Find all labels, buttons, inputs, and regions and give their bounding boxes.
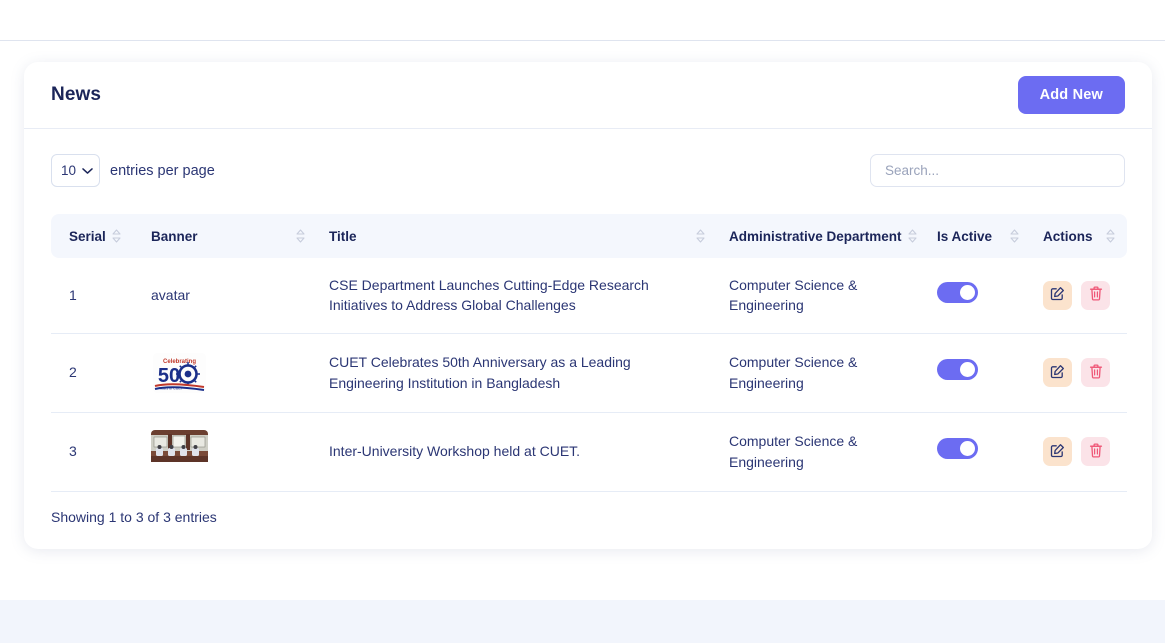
table-head: Serial Banner bbox=[51, 214, 1127, 258]
column-header-administrative-department[interactable]: Administrative Department bbox=[717, 214, 925, 258]
banner-thumbnail[interactable]: Celebrating 50 bbox=[151, 351, 208, 395]
toggle-knob bbox=[960, 441, 975, 456]
table-row: 2 Celebrating 50 bbox=[51, 333, 1127, 412]
column-label-actions: Actions bbox=[1043, 229, 1093, 244]
edit-icon bbox=[1050, 286, 1065, 304]
trash-icon bbox=[1089, 286, 1103, 304]
cell-title: CSE Department Launches Cutting-Edge Res… bbox=[317, 258, 717, 333]
column-label-administrative-department: Administrative Department bbox=[729, 229, 902, 244]
table-controls: 10 entries per page bbox=[51, 154, 1125, 187]
cell-is-active bbox=[925, 333, 1031, 412]
page-canvas: News Add New 10 entri bbox=[0, 41, 1165, 643]
search-input[interactable] bbox=[870, 154, 1125, 187]
column-label-banner: Banner bbox=[151, 229, 198, 244]
edit-button[interactable] bbox=[1043, 281, 1072, 310]
is-active-toggle[interactable] bbox=[937, 282, 978, 303]
delete-button[interactable] bbox=[1081, 437, 1110, 466]
cell-actions bbox=[1031, 333, 1127, 412]
column-header-title[interactable]: Title bbox=[317, 214, 717, 258]
row-actions bbox=[1043, 281, 1115, 310]
cell-actions bbox=[1031, 412, 1127, 491]
column-label-title: Title bbox=[329, 229, 357, 244]
sort-icon bbox=[296, 229, 305, 243]
sort-icon bbox=[696, 229, 705, 243]
edit-icon bbox=[1050, 364, 1065, 382]
entries-per-page-group: 10 entries per page bbox=[51, 154, 215, 187]
cell-is-active bbox=[925, 258, 1031, 333]
page-bottom-strip bbox=[0, 600, 1165, 643]
svg-text:Years of CUET: Years of CUET bbox=[159, 386, 184, 390]
table-body: 1 avatar CSE Department Launches Cutting… bbox=[51, 258, 1127, 491]
add-new-button[interactable]: Add New bbox=[1018, 76, 1125, 114]
card-header: News Add New bbox=[24, 62, 1152, 129]
news-card: News Add New 10 entri bbox=[24, 62, 1152, 549]
cell-department: Computer Science & Engineering bbox=[717, 333, 925, 412]
cell-banner: avatar bbox=[139, 258, 317, 333]
column-header-actions[interactable]: Actions bbox=[1031, 214, 1127, 258]
sort-icon bbox=[908, 229, 917, 243]
banner-thumbnail[interactable] bbox=[151, 430, 208, 474]
row-actions bbox=[1043, 358, 1115, 387]
cell-serial: 3 bbox=[51, 412, 139, 491]
edit-icon bbox=[1050, 443, 1065, 461]
entries-per-page-label: entries per page bbox=[110, 163, 215, 179]
is-active-toggle[interactable] bbox=[937, 438, 978, 459]
is-active-toggle[interactable] bbox=[937, 359, 978, 380]
cell-banner bbox=[139, 412, 317, 491]
trash-icon bbox=[1089, 443, 1103, 461]
sort-icon bbox=[1010, 229, 1019, 243]
cell-department: Computer Science & Engineering bbox=[717, 412, 925, 491]
cell-actions bbox=[1031, 258, 1127, 333]
cell-title: CUET Celebrates 50th Anniversary as a Le… bbox=[317, 333, 717, 412]
cell-department: Computer Science & Engineering bbox=[717, 258, 925, 333]
column-header-is-active[interactable]: Is Active bbox=[925, 214, 1031, 258]
table-footer-info: Showing 1 to 3 of 3 entries bbox=[51, 492, 1125, 549]
news-table: Serial Banner bbox=[51, 214, 1127, 492]
column-label-serial: Serial bbox=[69, 229, 106, 244]
cell-banner: Celebrating 50 bbox=[139, 333, 317, 412]
table-header-row: Serial Banner bbox=[51, 214, 1127, 258]
table-row: 3 bbox=[51, 412, 1127, 491]
column-header-banner[interactable]: Banner bbox=[139, 214, 317, 258]
column-label-is-active: Is Active bbox=[937, 229, 992, 244]
top-navbar bbox=[0, 0, 1165, 41]
entries-per-page-select[interactable]: 10 bbox=[51, 154, 100, 187]
cell-title: Inter-University Workshop held at CUET. bbox=[317, 412, 717, 491]
page-title: News bbox=[51, 84, 101, 106]
table-row: 1 avatar CSE Department Launches Cutting… bbox=[51, 258, 1127, 333]
entries-select-wrapper: 10 bbox=[51, 154, 100, 187]
edit-button[interactable] bbox=[1043, 358, 1072, 387]
column-header-serial[interactable]: Serial bbox=[51, 214, 139, 258]
trash-icon bbox=[1089, 364, 1103, 382]
edit-button[interactable] bbox=[1043, 437, 1072, 466]
cell-serial: 2 bbox=[51, 333, 139, 412]
cell-serial: 1 bbox=[51, 258, 139, 333]
row-actions bbox=[1043, 437, 1115, 466]
cell-is-active bbox=[925, 412, 1031, 491]
toggle-knob bbox=[960, 362, 975, 377]
sort-icon bbox=[112, 229, 121, 243]
delete-button[interactable] bbox=[1081, 358, 1110, 387]
sort-icon bbox=[1106, 229, 1115, 243]
banner-broken-image-alt: avatar bbox=[151, 287, 190, 303]
delete-button[interactable] bbox=[1081, 281, 1110, 310]
card-body: 10 entries per page bbox=[24, 129, 1152, 549]
toggle-knob bbox=[960, 285, 975, 300]
